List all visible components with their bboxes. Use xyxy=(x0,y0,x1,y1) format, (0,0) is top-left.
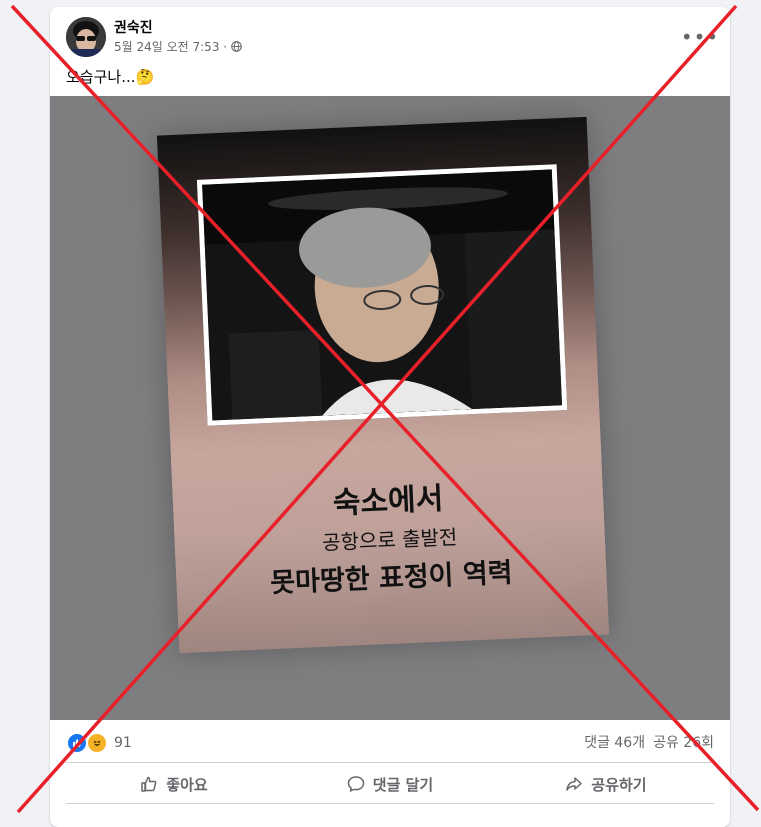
comment-icon xyxy=(347,776,365,792)
reaction-summary[interactable]: 91 xyxy=(66,732,132,754)
like-label: 좋아요 xyxy=(166,775,208,794)
avatar[interactable] xyxy=(66,17,106,57)
reaction-count: 91 xyxy=(114,735,132,751)
post-meta: 5월 24일 오전 7:53 · xyxy=(114,38,242,55)
like-button[interactable]: 좋아요 xyxy=(66,767,282,801)
photo-in-poster xyxy=(196,164,568,426)
comment-label: 댓글 달기 xyxy=(372,775,434,794)
thumbs-up-icon xyxy=(141,776,157,792)
divider xyxy=(66,803,714,804)
share-button[interactable]: 공유하기 xyxy=(498,767,714,801)
poster-image: 숙소에서 공항으로 출발전 못마땅한 표정이 역력 xyxy=(156,116,610,654)
comment-count[interactable]: 댓글 46개 xyxy=(584,732,645,752)
action-bar: 좋아요 댓글 달기 공유하기 xyxy=(66,767,714,801)
share-count[interactable]: 공유 26회 xyxy=(653,732,714,752)
share-label: 공유하기 xyxy=(591,775,647,794)
haha-icon xyxy=(86,732,108,754)
post-image[interactable]: 숙소에서 공항으로 출발전 못마땅한 표정이 역력 xyxy=(50,96,730,720)
post-card: 권숙진 5월 24일 오전 7:53 · ••• 오습구나...🤔 숙소에서 공… xyxy=(50,7,730,827)
post-text: 오습구나...🤔 xyxy=(66,68,155,86)
globe-icon xyxy=(231,41,242,52)
share-icon xyxy=(566,777,583,791)
more-options-icon[interactable]: ••• xyxy=(681,25,718,49)
author-name[interactable]: 권숙진 xyxy=(114,17,153,37)
post-stats: 댓글 46개 공유 26회 xyxy=(584,732,714,752)
post-timestamp[interactable]: 5월 24일 오전 7:53 · xyxy=(114,38,227,55)
comment-button[interactable]: 댓글 달기 xyxy=(282,767,498,801)
divider xyxy=(66,762,714,763)
like-icon xyxy=(66,732,88,754)
